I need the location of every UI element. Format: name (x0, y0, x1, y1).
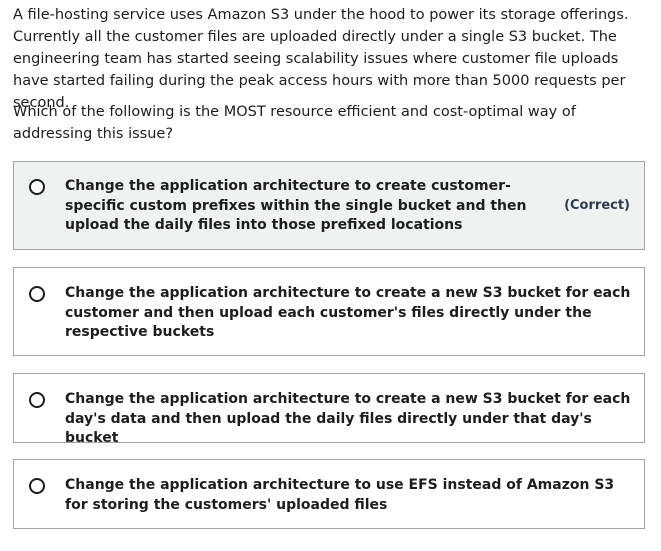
answer-option-4[interactable]: Change the application architecture to u… (13, 459, 645, 529)
radio-button[interactable] (29, 179, 45, 195)
radio-button[interactable] (29, 392, 45, 408)
question-prompt: Which of the following is the MOST resou… (13, 104, 576, 142)
answer-option-label: Change the application architecture to c… (65, 391, 631, 446)
answer-option-2[interactable]: Change the application architecture to c… (13, 267, 645, 356)
answer-option-label: Change the application architecture to c… (65, 178, 527, 233)
question-text: A file-hosting service uses Amazon S3 un… (13, 7, 629, 111)
answer-option-label: Change the application architecture to u… (65, 477, 615, 513)
answer-option-3[interactable]: Change the application architecture to c… (13, 373, 645, 446)
correct-badge: (Correct) (564, 198, 630, 213)
answer-option-1[interactable]: Change the application architecture to c… (13, 161, 645, 250)
radio-button[interactable] (29, 286, 45, 302)
radio-button[interactable] (29, 478, 45, 494)
answer-option-label: Change the application architecture to c… (65, 285, 631, 340)
